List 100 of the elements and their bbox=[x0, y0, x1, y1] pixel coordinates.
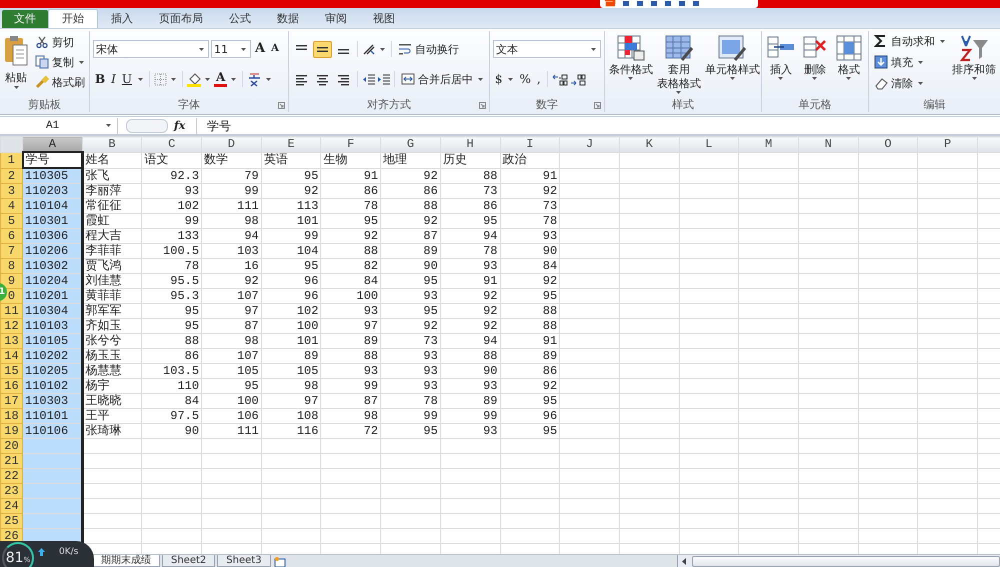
row-header[interactable]: 15 bbox=[0, 364, 22, 378]
name-box[interactable]: A1 bbox=[0, 118, 118, 134]
ribbon-tab[interactable]: 开始 bbox=[48, 9, 98, 28]
insert-button[interactable]: 插入 bbox=[764, 32, 797, 82]
autosum-button[interactable]: 自动求和 bbox=[872, 32, 949, 50]
sheet-tab[interactable]: Sheet3 bbox=[217, 555, 271, 567]
row-header[interactable]: 12 bbox=[0, 318, 22, 334]
table-cell: 110202 bbox=[22, 348, 82, 364]
italic-button[interactable]: I bbox=[109, 71, 118, 87]
table-cell: 92 bbox=[500, 184, 560, 198]
sort-filter-button[interactable]: 排序和筛 bbox=[951, 32, 997, 82]
border-grid-icon bbox=[154, 72, 168, 86]
ribbon-tab[interactable]: 数据 bbox=[264, 10, 312, 28]
column-header[interactable]: I bbox=[500, 136, 560, 152]
fill-button[interactable]: 填充 bbox=[872, 53, 949, 71]
grow-font-button[interactable]: A bbox=[253, 41, 268, 57]
column-header[interactable]: E bbox=[261, 136, 321, 152]
underline-button[interactable]: U bbox=[120, 71, 134, 87]
clear-button[interactable]: 清除 bbox=[872, 74, 949, 92]
row-header[interactable]: 7 bbox=[0, 244, 22, 258]
table-format-button[interactable]: 套用 表格格式 bbox=[656, 32, 702, 96]
delete-button[interactable]: 删除 bbox=[798, 32, 831, 82]
increase-decimal-icon bbox=[552, 72, 568, 86]
font-size-dropdown[interactable]: 11 bbox=[211, 40, 251, 58]
column-header[interactable]: N bbox=[798, 136, 858, 152]
table-cell: 94 bbox=[440, 334, 500, 348]
column-header[interactable]: M bbox=[738, 136, 798, 152]
table-cell: 88 bbox=[500, 318, 560, 334]
table-cell: 101 bbox=[261, 334, 321, 348]
caret-icon bbox=[380, 48, 385, 50]
ribbon-tab[interactable]: 视图 bbox=[360, 10, 408, 28]
number-format-dropdown[interactable]: 文本 bbox=[492, 40, 601, 58]
font-color-button[interactable]: A bbox=[214, 71, 228, 87]
row-header[interactable]: 3 bbox=[0, 184, 22, 198]
ribbon-tab[interactable]: 页面布局 bbox=[146, 10, 216, 28]
row-header[interactable]: 25 bbox=[0, 514, 22, 528]
wrap-text-button[interactable]: 自动换行 bbox=[396, 40, 461, 58]
column-header[interactable]: P bbox=[918, 136, 978, 152]
formula-input[interactable]: 学号 bbox=[196, 118, 1000, 134]
ribbon-tab[interactable]: 公式 bbox=[216, 10, 264, 28]
comma-button[interactable]: , bbox=[534, 71, 543, 87]
column-header[interactable]: C bbox=[142, 136, 202, 152]
column-header[interactable]: G bbox=[380, 136, 440, 152]
table-cell: 88 bbox=[320, 244, 381, 258]
cell-style-button[interactable]: 单元格样式 bbox=[704, 32, 761, 82]
row-header[interactable]: 16 bbox=[0, 378, 22, 394]
row-header[interactable]: 19 bbox=[0, 424, 22, 438]
column-header[interactable]: F bbox=[320, 136, 381, 152]
table-brush-icon bbox=[664, 34, 694, 62]
paste-button[interactable]: 粘贴 bbox=[3, 33, 29, 91]
currency-button[interactable]: $ bbox=[492, 71, 504, 87]
column-header[interactable]: A bbox=[22, 136, 82, 152]
row-header[interactable]: 21 bbox=[0, 454, 22, 468]
conditional-format-button[interactable]: 条件格式 bbox=[608, 32, 654, 82]
row-header[interactable]: 24 bbox=[0, 498, 22, 514]
row-header[interactable]: 18 bbox=[0, 408, 22, 424]
column-header[interactable]: L bbox=[679, 136, 739, 152]
ribbon-tab[interactable]: 插入 bbox=[98, 10, 146, 28]
table-cell: 93 bbox=[380, 364, 440, 378]
phonetic-icon bbox=[247, 72, 262, 86]
sheet-tab[interactable]: Sheet2 bbox=[162, 555, 216, 567]
row-header[interactable]: 8 bbox=[0, 258, 22, 274]
percent-button[interactable]: % bbox=[517, 71, 533, 87]
bold-button[interactable]: B bbox=[93, 71, 108, 87]
row-header[interactable]: 4 bbox=[0, 198, 22, 214]
table-cell: 89 bbox=[440, 394, 500, 408]
column-header[interactable]: K bbox=[619, 136, 680, 152]
row-header[interactable]: 2 bbox=[0, 168, 22, 184]
cut-button[interactable]: 剪切 bbox=[33, 33, 88, 51]
row-header[interactable]: 13 bbox=[0, 334, 22, 348]
table-cell: 96 bbox=[500, 408, 560, 424]
vertical-align-button[interactable] bbox=[312, 40, 332, 58]
row-header[interactable]: 23 bbox=[0, 484, 22, 498]
row-header[interactable]: 11 bbox=[0, 304, 22, 318]
column-header[interactable]: B bbox=[82, 136, 142, 152]
row-header[interactable]: 14 bbox=[0, 348, 22, 364]
table-cell: 95.5 bbox=[142, 274, 202, 288]
row-header[interactable]: 5 bbox=[0, 214, 22, 228]
format-button[interactable]: 格式 bbox=[832, 32, 865, 82]
row-header[interactable]: 17 bbox=[0, 394, 22, 408]
copy-button[interactable]: 复制 bbox=[33, 53, 88, 71]
row-header[interactable]: 20 bbox=[0, 438, 22, 454]
table-cell: 79 bbox=[202, 168, 262, 184]
sheet-tab[interactable]: 期期末成绩 bbox=[92, 555, 160, 567]
font-name-dropdown[interactable]: 宋体 bbox=[93, 40, 209, 58]
ribbon-tab[interactable]: 文件 bbox=[2, 10, 48, 28]
row-header[interactable]: 6 bbox=[0, 228, 22, 244]
merge-center-button[interactable]: 合并后居中 bbox=[398, 70, 487, 88]
column-header[interactable]: J bbox=[560, 136, 620, 152]
column-header[interactable]: H bbox=[440, 136, 500, 152]
column-header[interactable]: D bbox=[202, 136, 262, 152]
row-header[interactable]: 22 bbox=[0, 468, 22, 484]
format-painter-button[interactable]: 格式刷 bbox=[33, 73, 88, 91]
ribbon-tab[interactable]: 审阅 bbox=[312, 10, 360, 28]
shrink-font-button[interactable]: A bbox=[269, 41, 281, 57]
row-header[interactable]: 1 bbox=[0, 152, 22, 168]
insert-function-button[interactable]: fx bbox=[174, 119, 196, 132]
input-toolbar[interactable] bbox=[600, 0, 758, 8]
table-cell: 89 bbox=[500, 348, 560, 364]
column-header[interactable]: O bbox=[858, 136, 918, 152]
